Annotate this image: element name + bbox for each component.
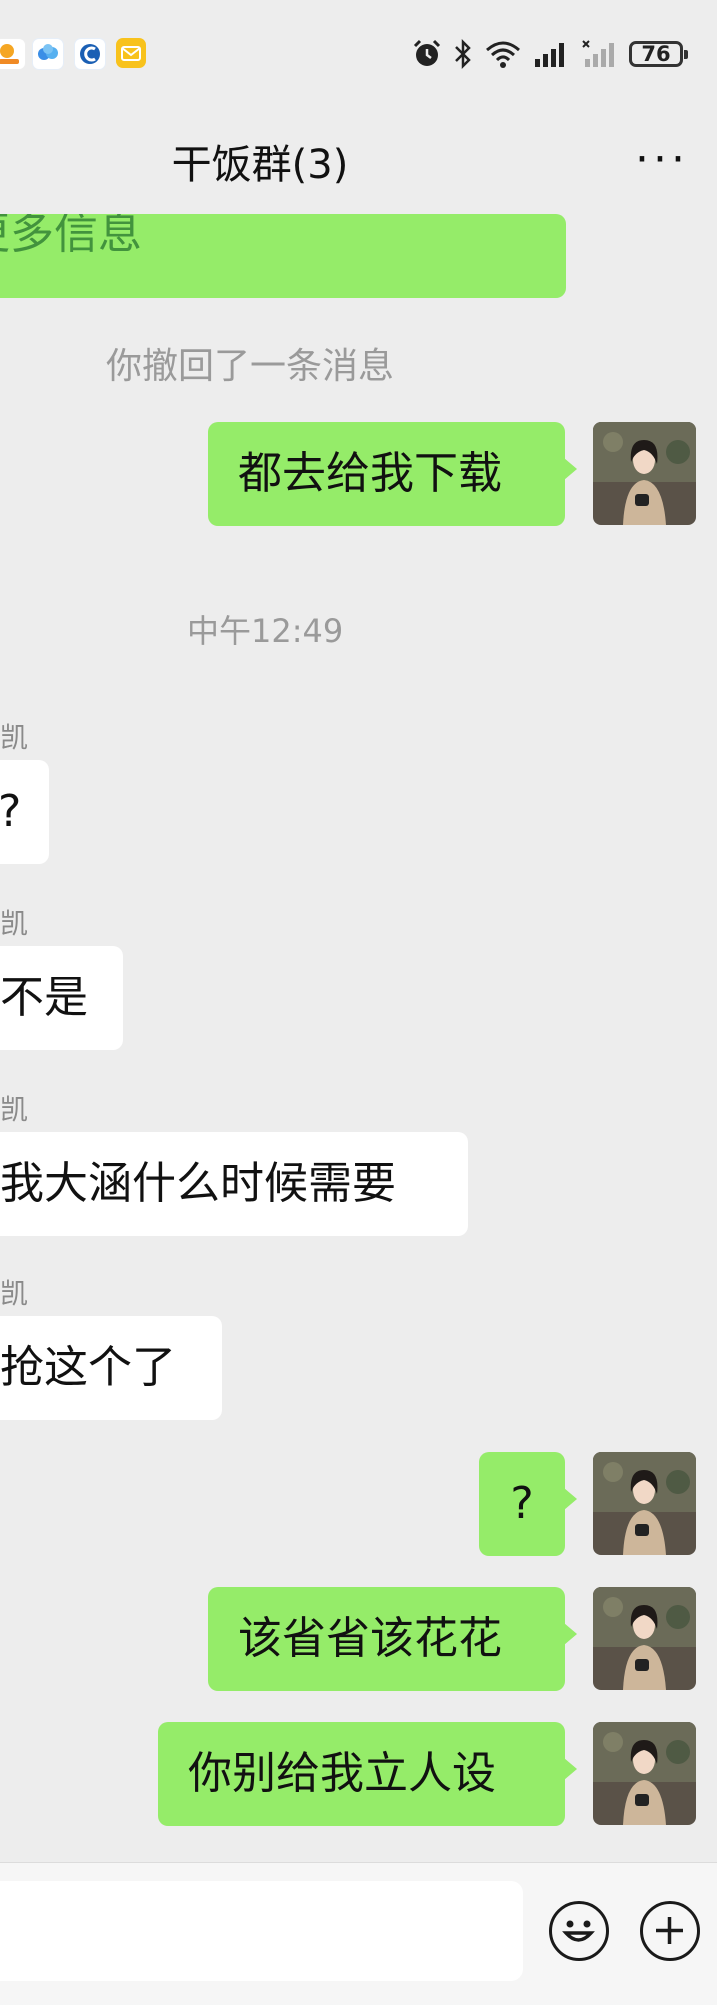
- input-bar: [0, 1862, 717, 2005]
- chat-header: 干饭群(3) ···: [0, 110, 717, 210]
- sender-name: 凯: [0, 1093, 29, 1126]
- blue-c-app-icon: [74, 38, 106, 70]
- user-avatar[interactable]: [593, 1722, 696, 1825]
- system-icons: 76: [411, 36, 688, 72]
- message-bubble-outgoing[interactable]: 该省省该花花: [208, 1587, 577, 1691]
- more-options-icon[interactable]: ···: [635, 138, 689, 182]
- battery-icon: 76: [629, 41, 688, 67]
- message-bubble-incoming[interactable]: ?: [0, 760, 49, 864]
- message-text: 不是: [0, 972, 88, 1023]
- message-text: 更多信息: [0, 214, 142, 259]
- cloud-app-icon: [32, 38, 64, 70]
- message-bubble-incoming[interactable]: 抢这个了: [0, 1316, 222, 1420]
- user-avatar[interactable]: [593, 1587, 696, 1690]
- signal-icon: [535, 43, 564, 67]
- mail-app-icon: [116, 38, 146, 68]
- message-input[interactable]: [0, 1881, 523, 1981]
- message-bubble-outgoing[interactable]: 都去给我下载: [208, 422, 577, 526]
- sender-name: 凯: [0, 721, 29, 754]
- chat-title: 干饭群(3): [171, 142, 349, 188]
- alarm-icon: [413, 39, 441, 66]
- message-bubble-incoming[interactable]: 不是: [0, 946, 123, 1050]
- message-text: ?: [0, 786, 22, 837]
- timestamp: 中午12:49: [187, 612, 344, 650]
- message-text: 该省省该花花: [238, 1613, 502, 1664]
- plus-icon[interactable]: [640, 1901, 700, 1961]
- signal-no-service-icon: [582, 40, 614, 67]
- message-text: 抢这个了: [0, 1342, 176, 1393]
- message-text: 我大涵什么时候需要: [0, 1158, 396, 1209]
- recall-notice: 你撤回了一条消息: [106, 346, 395, 387]
- message-bubble-outgoing[interactable]: 更多信息: [0, 214, 566, 298]
- message-text: ?: [510, 1478, 534, 1529]
- bluetooth-icon: [455, 38, 471, 70]
- message-bubble-outgoing[interactable]: 你别给我立人设: [158, 1722, 577, 1826]
- sender-name: 凯: [0, 907, 29, 940]
- message-bubble-outgoing[interactable]: ?: [479, 1452, 577, 1556]
- wifi-icon: [486, 41, 520, 68]
- smiley-icon[interactable]: [549, 1901, 609, 1961]
- user-avatar[interactable]: [593, 422, 696, 525]
- sender-name: 凯: [0, 1277, 29, 1310]
- user-avatar[interactable]: [593, 1452, 696, 1555]
- message-bubble-incoming[interactable]: 我大涵什么时候需要: [0, 1132, 468, 1236]
- orange-app-icon: [0, 38, 26, 70]
- message-text: 都去给我下载: [238, 448, 502, 499]
- status-bar: 76: [0, 0, 717, 110]
- message-text: 你别给我立人设: [188, 1748, 496, 1799]
